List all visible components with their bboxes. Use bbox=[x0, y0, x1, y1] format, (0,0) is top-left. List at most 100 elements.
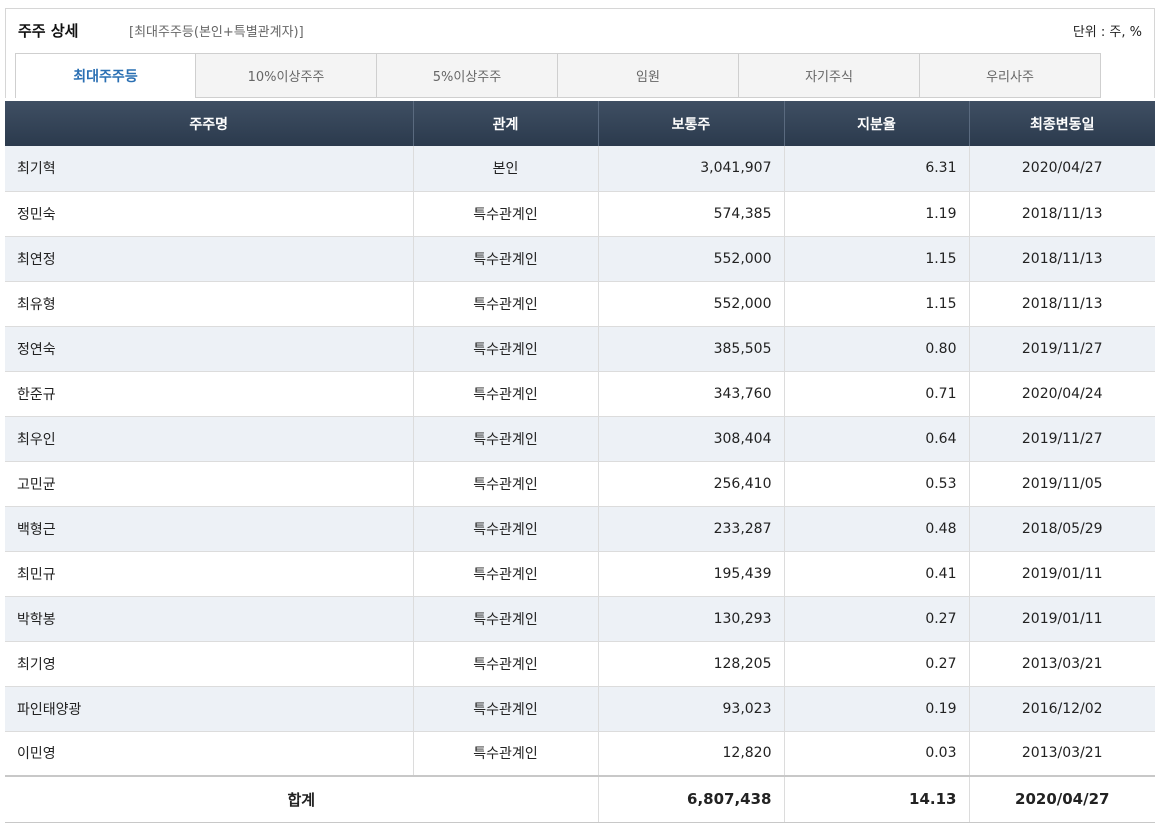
share-ratio-cell: 0.64 bbox=[784, 416, 970, 462]
table-row: 이민영 특수관계인 12,820 0.03 2013/03/21 bbox=[5, 731, 1155, 777]
common-shares-cell: 93,023 bbox=[598, 686, 785, 732]
relation-cell: 특수관계인 bbox=[413, 371, 599, 417]
shareholder-table: 주주명 관계 보통주 지분율 최종변동일 최기혁 본인 3,041,907 6.31 2… bbox=[5, 101, 1155, 823]
shareholder-name-cell: 박학봉 bbox=[5, 596, 414, 642]
tab-0[interactable]: 최대주주등 bbox=[15, 53, 196, 98]
share-ratio-cell: 0.27 bbox=[784, 596, 970, 642]
relation-cell: 특수관계인 bbox=[413, 641, 599, 687]
share-ratio-cell: 0.48 bbox=[784, 506, 970, 552]
common-shares-cell: 195,439 bbox=[598, 551, 785, 597]
last-change-date-cell: 2013/03/21 bbox=[969, 641, 1155, 687]
relation-cell: 본인 bbox=[413, 146, 599, 192]
last-change-date-cell: 2019/11/05 bbox=[969, 461, 1155, 507]
common-shares-cell: 256,410 bbox=[598, 461, 785, 507]
tab-1[interactable]: 10%이상주주 bbox=[196, 53, 377, 98]
common-shares-cell: 233,287 bbox=[598, 506, 785, 552]
table-row: 파인태양광 특수관계인 93,023 0.19 2016/12/02 bbox=[5, 686, 1155, 732]
last-change-date-cell: 2018/11/13 bbox=[969, 281, 1155, 327]
column-header-date: 최종변동일 bbox=[969, 101, 1155, 146]
tab-row: 최대주주등 10%이상주주 5%이상주주 임원 자기주식 우리사주 bbox=[15, 53, 1101, 98]
shareholder-name-cell: 최기혁 bbox=[5, 146, 414, 192]
common-shares-cell: 130,293 bbox=[598, 596, 785, 642]
total-ratio: 14.13 bbox=[784, 775, 970, 823]
tab-bar: 최대주주등 10%이상주주 5%이상주주 임원 자기주식 우리사주 bbox=[5, 46, 1155, 98]
relation-cell: 특수관계인 bbox=[413, 551, 599, 597]
share-ratio-cell: 0.19 bbox=[784, 686, 970, 732]
share-ratio-cell: 0.80 bbox=[784, 326, 970, 372]
share-ratio-cell: 0.53 bbox=[784, 461, 970, 507]
last-change-date-cell: 2018/11/13 bbox=[969, 236, 1155, 282]
table-header-row: 주주명 관계 보통주 지분율 최종변동일 bbox=[5, 101, 1155, 146]
last-change-date-cell: 2016/12/02 bbox=[969, 686, 1155, 732]
table-row: 백형근 특수관계인 233,287 0.48 2018/05/29 bbox=[5, 506, 1155, 552]
relation-cell: 특수관계인 bbox=[413, 731, 599, 777]
shareholder-name-cell: 파인태양광 bbox=[5, 686, 414, 732]
tab-4[interactable]: 자기주식 bbox=[739, 53, 920, 98]
relation-cell: 특수관계인 bbox=[413, 281, 599, 327]
common-shares-cell: 128,205 bbox=[598, 641, 785, 687]
column-header-ratio: 지분율 bbox=[784, 101, 970, 146]
panel-header: 주주 상세 [최대주주등(본인+특별관계자)] 단위 : 주, % bbox=[5, 8, 1155, 46]
shareholder-detail-panel: 주주 상세 [최대주주등(본인+특별관계자)] 단위 : 주, % 최대주주등 1… bbox=[0, 0, 1166, 832]
total-shares: 6,807,438 bbox=[598, 775, 785, 823]
last-change-date-cell: 2019/01/11 bbox=[969, 596, 1155, 642]
table-row: 정민숙 특수관계인 574,385 1.19 2018/11/13 bbox=[5, 191, 1155, 237]
last-change-date-cell: 2019/11/27 bbox=[969, 416, 1155, 462]
share-ratio-cell: 6.31 bbox=[784, 146, 970, 192]
table-row: 고민균 특수관계인 256,410 0.53 2019/11/05 bbox=[5, 461, 1155, 507]
column-header-shares: 보통주 bbox=[598, 101, 785, 146]
relation-cell: 특수관계인 bbox=[413, 686, 599, 732]
common-shares-cell: 3,041,907 bbox=[598, 146, 785, 192]
tab-3[interactable]: 임원 bbox=[558, 53, 739, 98]
unit-label: 단위 : 주, % bbox=[1072, 25, 1142, 40]
last-change-date-cell: 2020/04/24 bbox=[969, 371, 1155, 417]
shareholder-name-cell: 정연숙 bbox=[5, 326, 414, 372]
total-label: 합계 bbox=[5, 775, 599, 823]
shareholder-name-cell: 최기영 bbox=[5, 641, 414, 687]
shareholder-name-cell: 최민규 bbox=[5, 551, 414, 597]
common-shares-cell: 12,820 bbox=[598, 731, 785, 777]
common-shares-cell: 385,505 bbox=[598, 326, 785, 372]
panel-title: 주주 상세 bbox=[18, 22, 79, 40]
shareholder-name-cell: 이민영 bbox=[5, 731, 414, 777]
relation-cell: 특수관계인 bbox=[413, 506, 599, 552]
table-row: 정연숙 특수관계인 385,505 0.80 2019/11/27 bbox=[5, 326, 1155, 372]
last-change-date-cell: 2020/04/27 bbox=[969, 146, 1155, 192]
shareholder-name-cell: 최유형 bbox=[5, 281, 414, 327]
table-body: 최기혁 본인 3,041,907 6.31 2020/04/27 정민숙 특수관계인 574,… bbox=[5, 146, 1155, 823]
table-row: 최우인 특수관계인 308,404 0.64 2019/11/27 bbox=[5, 416, 1155, 462]
shareholder-name-cell: 한준규 bbox=[5, 371, 414, 417]
last-change-date-cell: 2018/05/29 bbox=[969, 506, 1155, 552]
share-ratio-cell: 1.19 bbox=[784, 191, 970, 237]
table-row: 한준규 특수관계인 343,760 0.71 2020/04/24 bbox=[5, 371, 1155, 417]
shareholder-name-cell: 최연정 bbox=[5, 236, 414, 282]
common-shares-cell: 552,000 bbox=[598, 236, 785, 282]
column-header-name: 주주명 bbox=[5, 101, 414, 146]
share-ratio-cell: 1.15 bbox=[784, 236, 970, 282]
last-change-date-cell: 2013/03/21 bbox=[969, 731, 1155, 777]
tab-2[interactable]: 5%이상주주 bbox=[377, 53, 558, 98]
relation-cell: 특수관계인 bbox=[413, 326, 599, 372]
panel-subtitle: [최대주주등(본인+특별관계자)] bbox=[129, 25, 304, 40]
share-ratio-cell: 0.71 bbox=[784, 371, 970, 417]
last-change-date-cell: 2018/11/13 bbox=[969, 191, 1155, 237]
common-shares-cell: 343,760 bbox=[598, 371, 785, 417]
relation-cell: 특수관계인 bbox=[413, 596, 599, 642]
share-ratio-cell: 0.27 bbox=[784, 641, 970, 687]
tab-5[interactable]: 우리사주 bbox=[920, 53, 1101, 98]
relation-cell: 특수관계인 bbox=[413, 236, 599, 282]
column-header-relation: 관계 bbox=[413, 101, 599, 146]
table-row: 최유형 특수관계인 552,000 1.15 2018/11/13 bbox=[5, 281, 1155, 327]
table-row: 박학봉 특수관계인 130,293 0.27 2019/01/11 bbox=[5, 596, 1155, 642]
common-shares-cell: 552,000 bbox=[598, 281, 785, 327]
common-shares-cell: 308,404 bbox=[598, 416, 785, 462]
table-row: 최기혁 본인 3,041,907 6.31 2020/04/27 bbox=[5, 146, 1155, 192]
table-row: 최연정 특수관계인 552,000 1.15 2018/11/13 bbox=[5, 236, 1155, 282]
share-ratio-cell: 0.41 bbox=[784, 551, 970, 597]
total-row: 합계 6,807,438 14.13 2020/04/27 bbox=[5, 775, 1155, 823]
relation-cell: 특수관계인 bbox=[413, 461, 599, 507]
common-shares-cell: 574,385 bbox=[598, 191, 785, 237]
shareholder-name-cell: 고민균 bbox=[5, 461, 414, 507]
share-ratio-cell: 0.03 bbox=[784, 731, 970, 777]
last-change-date-cell: 2019/11/27 bbox=[969, 326, 1155, 372]
